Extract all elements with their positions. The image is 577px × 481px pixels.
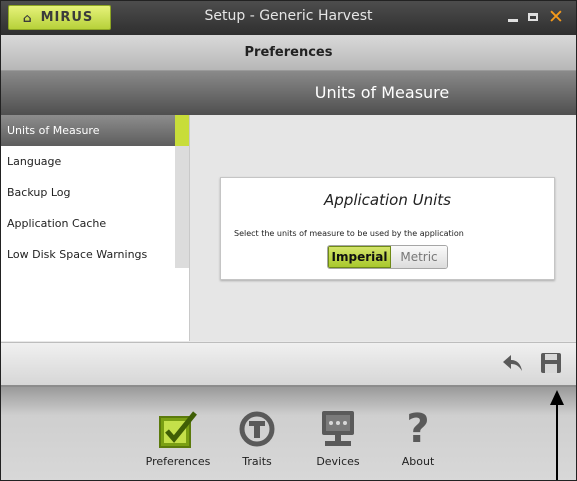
preferences-sidebar: Units of Measure Language Backup Log App… [1,115,190,341]
devices-icon [303,407,373,451]
card-title: Application Units [324,191,451,209]
card-description: Select the units of measure to be used b… [234,229,464,238]
preferences-check-icon [143,407,213,451]
bottom-toolbar: Preferences Traits Devices ? About [1,385,576,480]
metric-option[interactable]: Metric [391,246,447,268]
window-title: Setup - Generic Harvest [204,8,373,24]
app-window: ⌂ MIRUS Setup - Generic Harvest ✕ Prefer… [0,0,577,481]
window-controls: ✕ [508,7,564,27]
sidebar-item-low-disk-space-warnings[interactable]: Low Disk Space Warnings [1,239,175,270]
title-bar: ⌂ MIRUS Setup - Generic Harvest ✕ [1,1,576,35]
toolbar-about[interactable]: ? About [383,407,453,468]
section-header: Units of Measure [1,71,576,115]
units-toggle: Imperial Metric [327,245,448,269]
undo-icon[interactable] [501,351,525,375]
sidebar-item-language[interactable]: Language [1,146,175,177]
settings-content: Application Units Select the units of me… [190,115,576,341]
toolbar-label: Preferences [145,455,211,468]
toolbar-label: About [401,455,435,468]
about-question-icon: ? [406,406,430,452]
save-icon[interactable] [539,351,563,375]
toolbar-traits[interactable]: Traits [222,407,292,468]
annotation-arrow-line [556,404,558,480]
section-title: Units of Measure [314,83,450,102]
application-units-card: Application Units Select the units of me… [220,177,555,280]
sidebar-item-backup-log[interactable]: Backup Log [1,177,175,208]
traits-icon [222,407,292,451]
imperial-option[interactable]: Imperial [328,246,391,268]
sidebar-item-application-cache[interactable]: Application Cache [1,208,175,239]
action-bar [1,342,576,386]
maximize-icon[interactable] [528,13,538,21]
sidebar-scroll-thumb[interactable] [175,115,189,146]
minimize-icon[interactable] [508,18,518,22]
close-icon[interactable]: ✕ [548,7,564,27]
toolbar-preferences[interactable]: Preferences [143,407,213,468]
toolbar-label: Traits [242,455,272,468]
toolbar-devices[interactable]: Devices [303,407,373,468]
sidebar-item-units-of-measure[interactable]: Units of Measure [1,115,175,146]
preferences-header: Preferences [1,35,576,71]
toolbar-label: Devices [316,455,360,468]
annotation-arrow-head [550,390,564,405]
